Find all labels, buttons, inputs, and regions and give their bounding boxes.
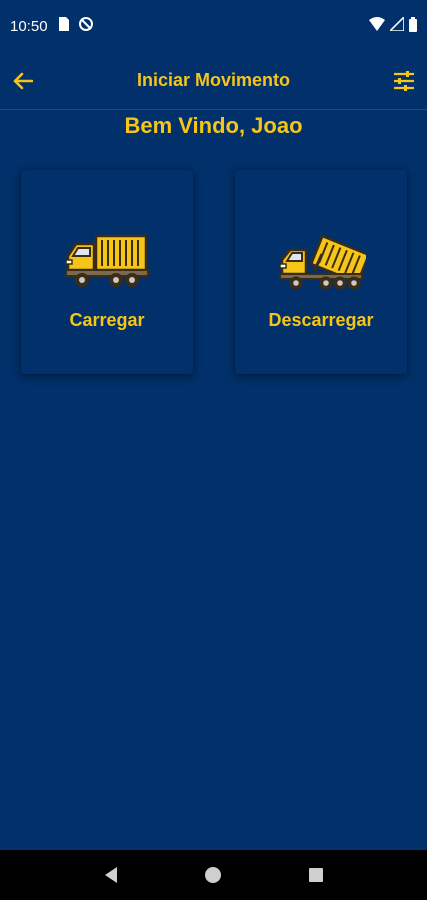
no-sync-icon: [78, 16, 94, 36]
arrow-left-icon: [13, 72, 33, 90]
recents-square-icon: [308, 868, 323, 882]
status-bar: 10:50: [0, 0, 427, 52]
status-right: [369, 15, 417, 36]
welcome-heading: Bem Vindo, Joao: [124, 113, 303, 138]
card-carregar[interactable]: Carregar: [21, 170, 193, 374]
card-label: Descarregar: [268, 310, 374, 330]
battery-icon: [409, 16, 417, 36]
settings-button[interactable]: [391, 68, 417, 94]
nav-back-button[interactable]: [99, 863, 123, 887]
nav-recents-button[interactable]: [304, 863, 328, 887]
dump-truck-icon: [279, 234, 366, 290]
page-title: Iniciar Movimento: [136, 70, 291, 90]
system-nav-bar: [0, 850, 427, 900]
card-descarregar[interactable]: Descarregar: [235, 170, 407, 374]
back-button[interactable]: [10, 68, 36, 94]
home-circle-icon: [205, 867, 222, 883]
card-label: Carregar: [69, 310, 145, 330]
app-bar: Iniciar Movimento: [0, 52, 427, 110]
sliders-icon: [394, 71, 414, 91]
status-time: 10:50: [10, 17, 48, 35]
nav-home-button[interactable]: [201, 863, 225, 887]
status-left: 10:50: [10, 16, 94, 36]
signal-icon: [388, 15, 405, 35]
sim-card-icon: [57, 17, 69, 35]
back-triangle-icon: [105, 867, 118, 883]
cargo-truck-icon: [65, 234, 149, 287]
wifi-icon: [369, 17, 385, 35]
